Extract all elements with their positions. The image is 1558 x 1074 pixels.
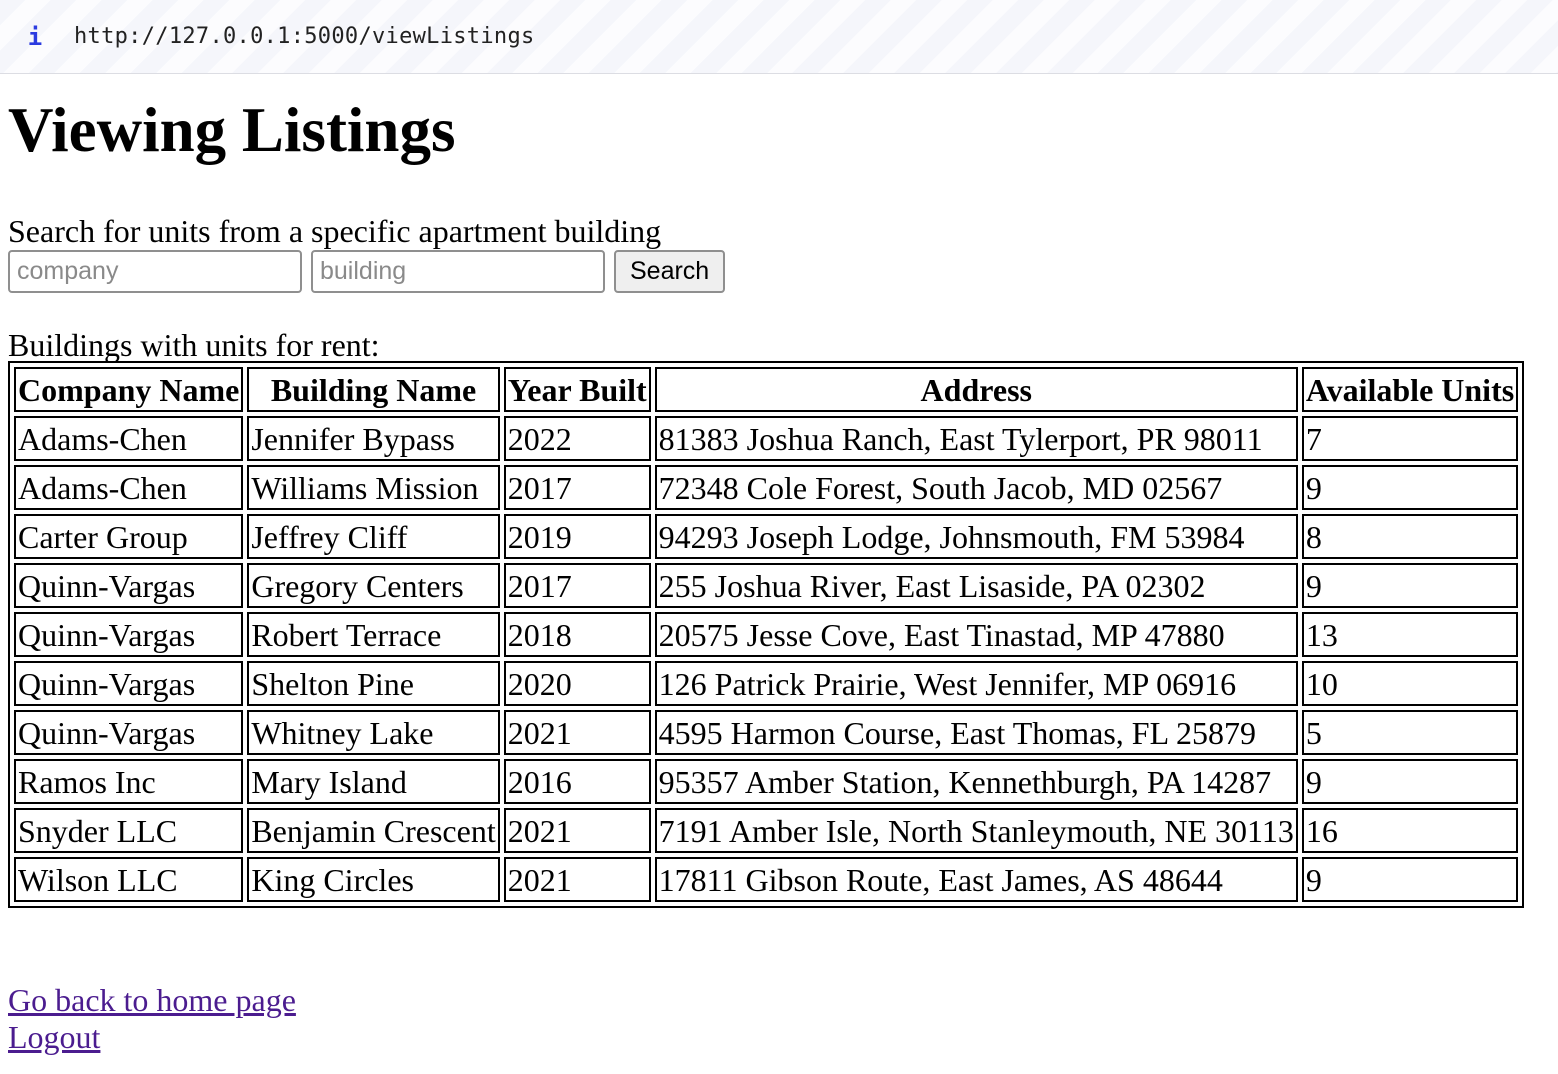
table-row: Quinn-Vargas Robert Terrace 2018 20575 J… xyxy=(14,612,1519,657)
browser-url-bar: i http://127.0.0.1:5000/viewListings xyxy=(0,0,1558,74)
table-row: Snyder LLC Benjamin Crescent 2021 7191 A… xyxy=(14,808,1519,853)
cell-company: Quinn-Vargas xyxy=(14,612,244,657)
cell-company: Adams-Chen xyxy=(14,416,244,461)
table-row: Quinn-Vargas Whitney Lake 2021 4595 Harm… xyxy=(14,710,1519,755)
search-button[interactable]: Search xyxy=(614,249,726,293)
cell-units: 9 xyxy=(1301,857,1519,902)
cell-address: 81383 Joshua Ranch, East Tylerport, PR 9… xyxy=(654,416,1298,461)
cell-year: 2021 xyxy=(503,710,651,755)
search-label: Search for units from a specific apartme… xyxy=(8,213,662,249)
header-year-built: Year Built xyxy=(503,367,651,412)
table-row: Adams-Chen Jennifer Bypass 2022 81383 Jo… xyxy=(14,416,1519,461)
cell-building: Robert Terrace xyxy=(247,612,500,657)
cell-building: King Circles xyxy=(247,857,500,902)
table-row: Adams-Chen Williams Mission 2017 72348 C… xyxy=(14,465,1519,510)
cell-year: 2017 xyxy=(503,465,651,510)
cell-address: 7191 Amber Isle, North Stanleymouth, NE … xyxy=(654,808,1298,853)
cell-address: 4595 Harmon Course, East Thomas, FL 2587… xyxy=(654,710,1298,755)
header-building-name: Building Name xyxy=(247,367,500,412)
cell-address: 255 Joshua River, East Lisaside, PA 0230… xyxy=(654,563,1298,608)
cell-year: 2018 xyxy=(503,612,651,657)
cell-building: Gregory Centers xyxy=(247,563,500,608)
cell-units: 7 xyxy=(1301,416,1519,461)
cell-company: Wilson LLC xyxy=(14,857,244,902)
cell-year: 2021 xyxy=(503,808,651,853)
cell-year: 2016 xyxy=(503,759,651,804)
cell-address: 72348 Cole Forest, South Jacob, MD 02567 xyxy=(654,465,1298,510)
building-input[interactable] xyxy=(311,249,605,293)
cell-company: Quinn-Vargas xyxy=(14,710,244,755)
search-form: Search xyxy=(8,249,1550,293)
cell-company: Adams-Chen xyxy=(14,465,244,510)
cell-address: 20575 Jesse Cove, East Tinastad, MP 4788… xyxy=(654,612,1298,657)
cell-company: Snyder LLC xyxy=(14,808,244,853)
cell-address: 17811 Gibson Route, East James, AS 48644 xyxy=(654,857,1298,902)
cell-company: Quinn-Vargas xyxy=(14,661,244,706)
cell-address: 95357 Amber Station, Kennethburgh, PA 14… xyxy=(654,759,1298,804)
buildings-label: Buildings with units for rent: xyxy=(8,327,380,363)
cell-units: 9 xyxy=(1301,465,1519,510)
cell-year: 2022 xyxy=(503,416,651,461)
company-input[interactable] xyxy=(8,249,302,293)
cell-year: 2019 xyxy=(503,514,651,559)
table-row: Carter Group Jeffrey Cliff 2019 94293 Jo… xyxy=(14,514,1519,559)
logout-link[interactable]: Logout xyxy=(8,1019,100,1056)
page-title: Viewing Listings xyxy=(8,95,456,165)
cell-address: 126 Patrick Prairie, West Jennifer, MP 0… xyxy=(654,661,1298,706)
cell-address: 94293 Joseph Lodge, Johnsmouth, FM 53984 xyxy=(654,514,1298,559)
header-company-name: Company Name xyxy=(14,367,244,412)
cell-year: 2020 xyxy=(503,661,651,706)
cell-company: Quinn-Vargas xyxy=(14,563,244,608)
table-row: Quinn-Vargas Gregory Centers 2017 255 Jo… xyxy=(14,563,1519,608)
cell-building: Jennifer Bypass xyxy=(247,416,500,461)
table-row: Quinn-Vargas Shelton Pine 2020 126 Patri… xyxy=(14,661,1519,706)
cell-company: Ramos Inc xyxy=(14,759,244,804)
cell-units: 16 xyxy=(1301,808,1519,853)
cell-units: 13 xyxy=(1301,612,1519,657)
cell-building: Williams Mission xyxy=(247,465,500,510)
cell-year: 2017 xyxy=(503,563,651,608)
table-row: Wilson LLC King Circles 2021 17811 Gibso… xyxy=(14,857,1519,902)
cell-company: Carter Group xyxy=(14,514,244,559)
cell-units: 8 xyxy=(1301,514,1519,559)
url-text[interactable]: http://127.0.0.1:5000/viewListings xyxy=(74,24,535,49)
cell-building: Benjamin Crescent xyxy=(247,808,500,853)
cell-units: 5 xyxy=(1301,710,1519,755)
table-row: Ramos Inc Mary Island 2016 95357 Amber S… xyxy=(14,759,1519,804)
home-link[interactable]: Go back to home page xyxy=(8,982,296,1019)
header-address: Address xyxy=(654,367,1298,412)
cell-year: 2021 xyxy=(503,857,651,902)
cell-units: 9 xyxy=(1301,759,1519,804)
cell-building: Mary Island xyxy=(247,759,500,804)
page-content: Viewing Listings Search for units from a… xyxy=(0,94,1558,1056)
cell-building: Whitney Lake xyxy=(247,710,500,755)
cell-units: 10 xyxy=(1301,661,1519,706)
footer-links: Go back to home page Logout xyxy=(8,982,1550,1056)
listings-table: Company Name Building Name Year Built Ad… xyxy=(8,361,1525,908)
info-icon[interactable]: i xyxy=(25,23,45,51)
cell-building: Jeffrey Cliff xyxy=(247,514,500,559)
table-header-row: Company Name Building Name Year Built Ad… xyxy=(14,367,1519,412)
header-available-units: Available Units xyxy=(1301,367,1519,412)
cell-building: Shelton Pine xyxy=(247,661,500,706)
cell-units: 9 xyxy=(1301,563,1519,608)
